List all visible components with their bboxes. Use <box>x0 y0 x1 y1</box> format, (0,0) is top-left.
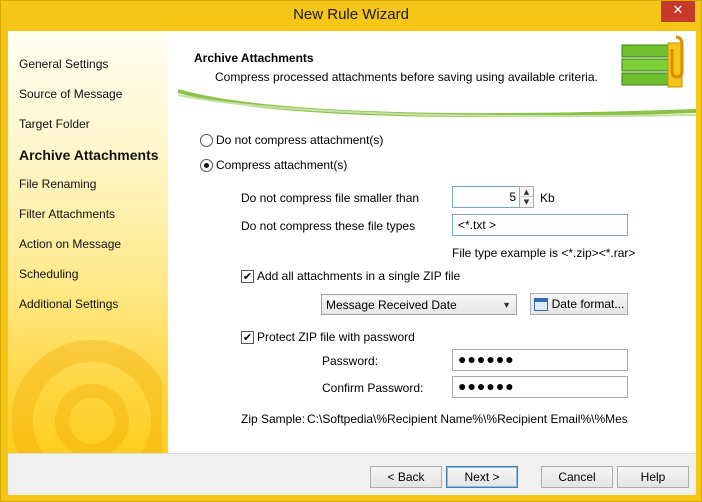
radio-compress[interactable]: Compress attachment(s) <box>200 158 347 172</box>
back-button[interactable]: < Back <box>370 466 442 488</box>
step-header: Archive Attachments Compress processed a… <box>168 31 696 119</box>
close-button[interactable]: ✕ <box>661 1 695 22</box>
sidebar-item-action-on-message[interactable]: Action on Message <box>19 237 121 251</box>
date-format-button-label: Date format... <box>551 297 625 311</box>
zip-sample-label: Zip Sample: <box>241 412 306 426</box>
sidebar-item-source-of-message[interactable]: Source of Message <box>19 87 122 101</box>
min-size-unit: Kb <box>540 191 555 205</box>
confirm-password-input[interactable]: ●●●●●● <box>452 376 628 398</box>
sidebar-item-file-renaming[interactable]: File Renaming <box>19 177 96 191</box>
header-swoosh-icon <box>168 89 696 119</box>
page-title: Archive Attachments <box>194 51 314 65</box>
stepper-up-icon[interactable]: ▲ <box>520 187 533 197</box>
zip-sample-value: C:\Softpedia\%Recipient Name%\%Recipient… <box>307 412 628 426</box>
calendar-icon <box>533 297 548 311</box>
password-label: Password: <box>322 354 379 368</box>
sidebar-item-general-settings[interactable]: General Settings <box>19 57 108 71</box>
file-types-hint: File type example is <*.zip><*.rar> <box>452 246 636 260</box>
page-subtitle: Compress processed attachments before sa… <box>215 70 598 84</box>
client-area: General Settings Source of Message Targe… <box>8 31 696 495</box>
protect-zip-label: Protect ZIP file with password <box>257 330 415 344</box>
single-zip-checkbox-row[interactable]: ✔ Add all attachments in a single ZIP fi… <box>241 269 460 283</box>
sidebar-item-target-folder[interactable]: Target Folder <box>19 117 90 131</box>
radio-do-not-compress-indicator[interactable] <box>200 133 213 147</box>
wizard-steps-sidebar: General Settings Source of Message Targe… <box>8 31 168 453</box>
min-size-label: Do not compress file smaller than <box>241 191 420 205</box>
window-title: New Rule Wizard <box>293 6 409 23</box>
radio-compress-indicator[interactable] <box>200 158 213 172</box>
wizard-footer: < Back Next > Cancel Help <box>8 453 696 495</box>
date-format-button[interactable]: Date format... <box>530 293 628 315</box>
min-size-stepper[interactable]: ▲ ▼ <box>519 186 534 208</box>
file-types-label: Do not compress these file types <box>241 219 416 233</box>
zip-name-dropdown-value: Message Received Date <box>326 298 457 312</box>
app-logo-watermark-icon <box>12 340 162 453</box>
title-bar[interactable]: New Rule Wizard ✕ <box>1 1 701 31</box>
sidebar-item-filter-attachments[interactable]: Filter Attachments <box>19 207 115 221</box>
zip-name-dropdown[interactable]: Message Received Date ▼ <box>321 294 517 315</box>
sidebar-item-archive-attachments[interactable]: Archive Attachments <box>19 147 159 163</box>
radio-do-not-compress-label: Do not compress attachment(s) <box>216 133 384 147</box>
min-size-input[interactable]: 5 <box>452 186 520 208</box>
step-content: Archive Attachments Compress processed a… <box>168 31 696 453</box>
chevron-down-icon[interactable]: ▼ <box>502 300 511 310</box>
protect-zip-checkbox[interactable]: ✔ <box>241 330 254 344</box>
protect-zip-checkbox-row[interactable]: ✔ Protect ZIP file with password <box>241 330 415 344</box>
sidebar-item-additional-settings[interactable]: Additional Settings <box>19 297 118 311</box>
archive-books-icon <box>621 35 684 88</box>
single-zip-checkbox[interactable]: ✔ <box>241 269 254 283</box>
single-zip-label: Add all attachments in a single ZIP file <box>257 269 461 283</box>
next-button[interactable]: Next > <box>446 466 518 488</box>
file-types-input[interactable]: <*.txt > <box>452 214 628 236</box>
password-input[interactable]: ●●●●●● <box>452 349 628 371</box>
radio-compress-label: Compress attachment(s) <box>216 158 348 172</box>
confirm-password-label: Confirm Password: <box>322 381 424 395</box>
cancel-button[interactable]: Cancel <box>541 466 613 488</box>
stepper-down-icon[interactable]: ▼ <box>520 197 533 207</box>
sidebar-item-scheduling[interactable]: Scheduling <box>19 267 78 281</box>
radio-do-not-compress[interactable]: Do not compress attachment(s) <box>200 133 383 147</box>
wizard-window: New Rule Wizard ✕ General Settings Sourc… <box>0 0 702 502</box>
help-button[interactable]: Help <box>617 466 689 488</box>
